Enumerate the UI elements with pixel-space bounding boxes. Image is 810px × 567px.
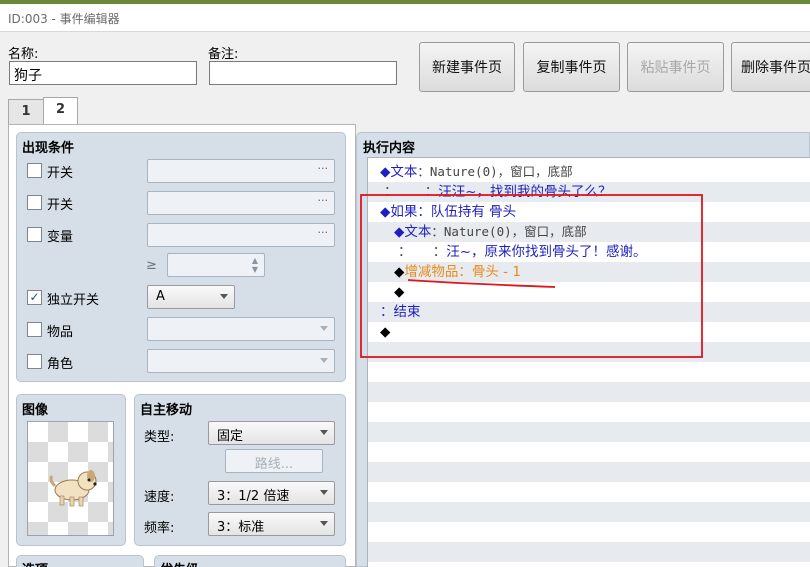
annotation-underline <box>407 279 556 288</box>
annotation-box <box>360 194 703 358</box>
annotation-overlay <box>360 194 703 358</box>
